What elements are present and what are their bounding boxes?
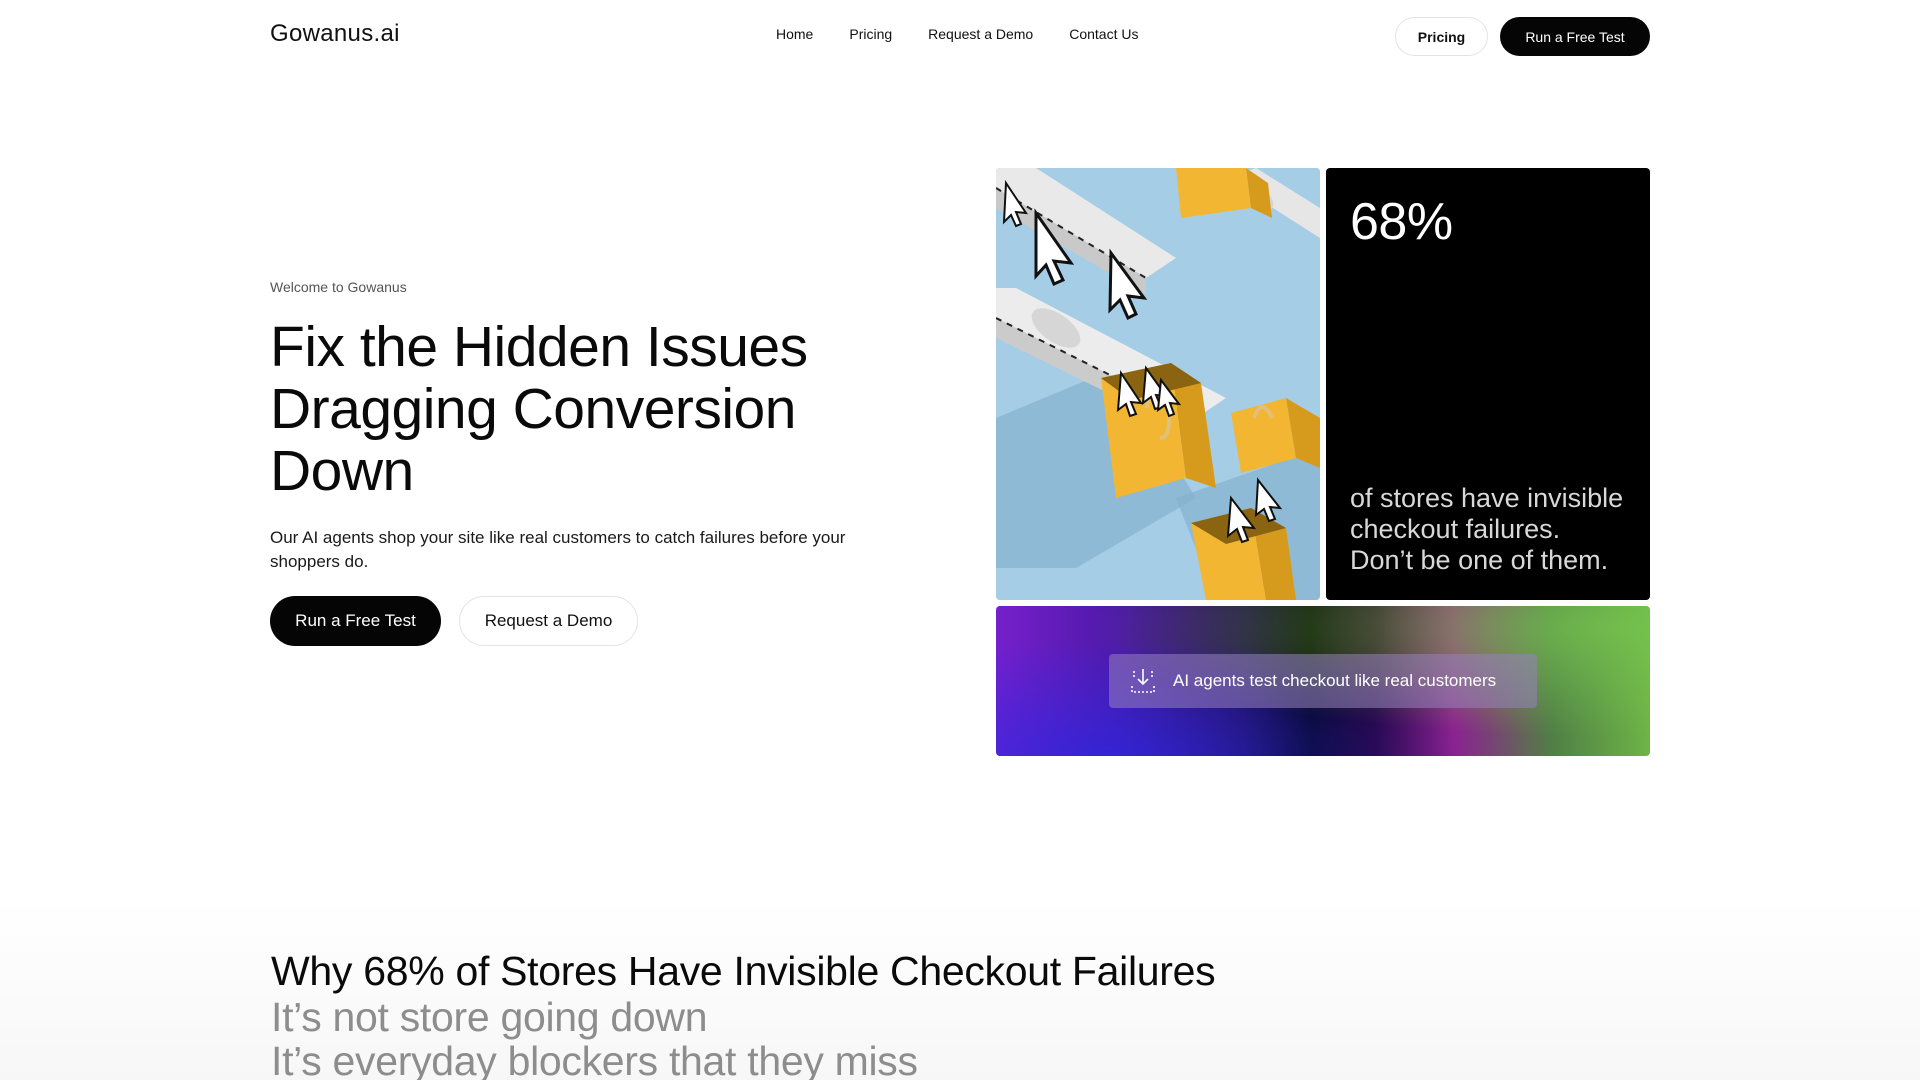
nav-link-pricing[interactable]: Pricing	[849, 26, 892, 42]
nav-actions: Pricing Run a Free Test	[1395, 17, 1650, 56]
gradient-banner: AI agents test checkout like real custom…	[996, 606, 1650, 756]
banner-pill: AI agents test checkout like real custom…	[1109, 654, 1537, 708]
hero-title: Fix the Hidden Issues Dragging Conversio…	[270, 315, 808, 503]
pricing-button[interactable]: Pricing	[1395, 17, 1488, 56]
cursor-drop-icon	[1127, 665, 1159, 697]
stat-value: 68%	[1350, 193, 1453, 251]
top-nav: Gowanus.ai Home Pricing Request a Demo C…	[0, 0, 1920, 72]
hero-subtitle: Our AI agents shop your site like real c…	[270, 528, 846, 571]
why-section-title: Why 68% of Stores Have Invisible Checkou…	[271, 948, 1216, 994]
hero-request-demo-button[interactable]: Request a Demo	[459, 596, 638, 646]
banner-text: AI agents test checkout like real custom…	[1173, 671, 1497, 690]
nav-links: Home Pricing Request a Demo Contact Us	[776, 26, 1138, 42]
stat-tile: 68% of stores have invisible checkout fa…	[1326, 168, 1650, 600]
shopping-bags-cursors-illustration	[996, 168, 1320, 600]
stat-description: of stores have invisible checkout failur…	[1350, 483, 1624, 575]
hero-run-free-test-button[interactable]: Run a Free Test	[270, 596, 441, 646]
nav-link-home[interactable]: Home	[776, 26, 813, 42]
why-subline-2: It’s everyday blockers that they miss	[271, 1038, 918, 1080]
why-subline-1: It’s not store going down	[271, 994, 708, 1040]
hero-actions: Run a Free Test Request a Demo	[270, 596, 638, 646]
hero-illustration	[996, 168, 1320, 600]
logo[interactable]: Gowanus.ai	[270, 20, 400, 48]
nav-link-request-demo[interactable]: Request a Demo	[928, 26, 1033, 42]
run-free-test-button[interactable]: Run a Free Test	[1500, 17, 1650, 56]
hero-eyebrow: Welcome to Gowanus	[270, 279, 407, 295]
nav-link-contact[interactable]: Contact Us	[1069, 26, 1138, 42]
